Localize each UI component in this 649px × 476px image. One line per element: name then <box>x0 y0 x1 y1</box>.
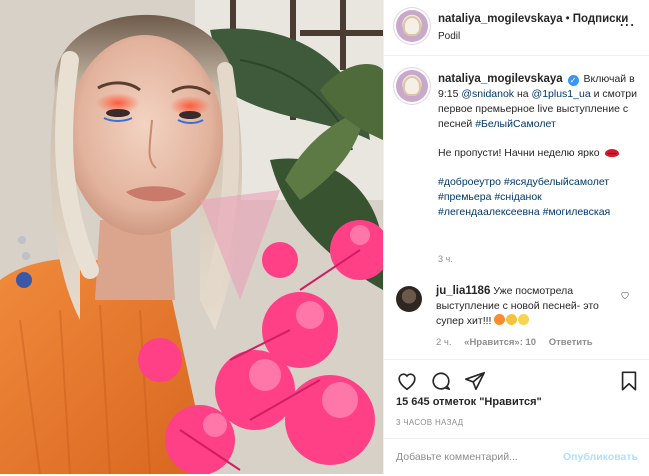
caption-on: на <box>516 88 529 100</box>
caption-username[interactable]: nataliya_mogilevskaya <box>438 73 563 85</box>
comment-like-heart-icon[interactable] <box>620 290 630 300</box>
fire-emoji-icon <box>494 314 506 325</box>
comment-likes[interactable]: «Нравится»: 10 <box>464 337 536 348</box>
save-bookmark-icon[interactable] <box>618 370 640 392</box>
publish-button[interactable]: Опубликовать <box>563 451 638 463</box>
caption-avatar[interactable] <box>396 70 428 102</box>
post-header: nataliya_mogilevskaya • Подписки Podil ⋯ <box>384 0 649 56</box>
hashtag[interactable]: #премьера <box>438 191 491 203</box>
caption-text: nataliya_mogilevskaya ✓ Включай в 9:15 @… <box>438 72 643 220</box>
more-dots-icon[interactable]: ⋯ <box>619 15 636 35</box>
like-heart-icon[interactable] <box>396 370 418 392</box>
mention-snidanok[interactable]: @snidanok <box>461 88 514 100</box>
post-photo[interactable] <box>0 0 383 474</box>
hashtag[interactable]: #могилевская <box>543 206 611 218</box>
comment-time[interactable]: 2 ч. <box>436 337 452 348</box>
selfie-image <box>0 0 383 474</box>
caption-timestamp[interactable]: 3 ч. <box>438 254 453 264</box>
comment-meta: 2 ч. «Нравится»: 10 Ответить <box>436 337 603 348</box>
hashtag[interactable]: #сніданок <box>494 191 541 203</box>
likes-count[interactable]: 15 645 отметок "Нравится" <box>396 396 542 408</box>
share-paper-plane-icon[interactable] <box>464 370 486 392</box>
instagram-post-modal: nataliya_mogilevskaya • Подписки Podil ⋯ n… <box>0 0 649 474</box>
thumbs-up-emoji-icon <box>506 314 518 325</box>
post-side-panel: nataliya_mogilevskaya • Подписки Podil ⋯ n… <box>383 0 649 474</box>
reply-button[interactable]: Ответить <box>549 337 593 348</box>
separator-dot: • <box>565 13 570 25</box>
likes-word: "Нравится" <box>479 396 542 408</box>
grin-emoji-icon <box>518 314 530 325</box>
lips-emoji-icon <box>605 149 620 158</box>
likes-number: 15 645 отметок <box>396 396 477 408</box>
hashtag[interactable]: #ясядубелыйсамолет <box>504 176 609 188</box>
caption-cta: Не пропусти! Начни неделю ярко <box>438 147 600 159</box>
hashtag[interactable]: #легендаалексеевна <box>438 206 540 218</box>
hashtag-song[interactable]: #БелыйСамолет <box>475 118 556 130</box>
author-username[interactable]: nataliya_mogilevskaya <box>438 13 563 25</box>
post-age[interactable]: 3 ЧАСОВ НАЗАД <box>396 418 463 427</box>
comment-text: ju_lia1186 Уже посмотрела выступление с … <box>436 284 616 329</box>
action-icons <box>396 370 640 392</box>
post-actions: 15 645 отметок "Нравится" 3 ЧАСОВ НАЗАД … <box>384 359 649 475</box>
location-link[interactable]: Podil <box>438 31 460 42</box>
commenter-avatar[interactable] <box>396 286 422 312</box>
hashtag[interactable]: #доброеутро <box>438 176 501 188</box>
verified-badge-icon: ✓ <box>567 75 579 86</box>
add-comment-bar: Добавьте комментарий... Опубликовать <box>384 438 649 476</box>
comment-bubble-icon[interactable] <box>430 370 452 392</box>
commenter-username[interactable]: ju_lia1186 <box>436 285 490 297</box>
header-line: nataliya_mogilevskaya • Подписки <box>438 13 628 25</box>
mention-1plus1[interactable]: @1plus1_ua <box>532 88 591 100</box>
author-avatar[interactable] <box>396 10 428 42</box>
comment-input[interactable]: Добавьте комментарий... <box>396 451 518 463</box>
